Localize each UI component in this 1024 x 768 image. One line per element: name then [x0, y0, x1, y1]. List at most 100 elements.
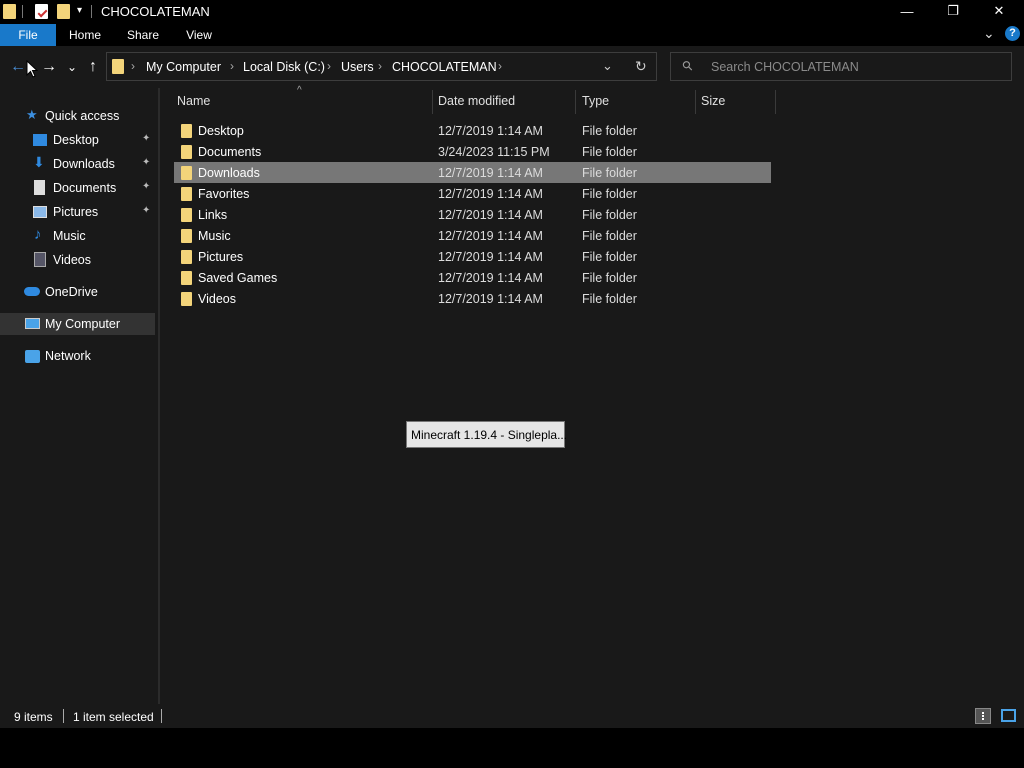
sidebar-item-downloads[interactable]: ⬇ Downloads ✦: [0, 153, 155, 175]
column-divider[interactable]: [575, 90, 576, 114]
pin-icon: ✦: [142, 133, 151, 144]
file-type: File folder: [582, 208, 637, 222]
sidebar-item-videos[interactable]: Videos: [0, 249, 155, 271]
sidebar-item-onedrive[interactable]: OneDrive: [0, 281, 155, 303]
desktop-icon: [33, 134, 47, 146]
computer-icon: [25, 318, 40, 329]
table-row[interactable]: Links 12/7/2019 1:14 AM File folder: [174, 204, 771, 225]
file-type: File folder: [582, 124, 637, 138]
videos-icon: [34, 252, 46, 267]
help-icon[interactable]: ?: [1005, 26, 1020, 41]
refresh-icon[interactable]: ↻: [635, 58, 647, 75]
sidebar-item-quick-access[interactable]: ★ Quick access: [0, 105, 155, 127]
ribbon-tabs: File Home Share View ⌄ ?: [0, 24, 1024, 46]
table-row[interactable]: Favorites 12/7/2019 1:14 AM File folder: [174, 183, 771, 204]
file-date: 12/7/2019 1:14 AM: [438, 208, 543, 222]
tab-home[interactable]: Home: [62, 24, 108, 46]
breadcrumb-separator[interactable]: ›: [498, 59, 502, 73]
column-header-size[interactable]: Size: [701, 94, 725, 108]
divider: [63, 709, 64, 723]
table-row[interactable]: Music 12/7/2019 1:14 AM File folder: [174, 225, 771, 246]
address-bar[interactable]: › My Computer › Local Disk (C:) › Users …: [106, 52, 657, 81]
back-button[interactable]: ←: [9, 58, 27, 76]
drag-tooltip: Minecraft 1.19.4 - Singlepla...: [406, 421, 567, 448]
sidebar-item-network[interactable]: Network: [0, 345, 155, 367]
customize-toolbar-icon[interactable]: ▾: [77, 5, 82, 16]
table-row[interactable]: Saved Games 12/7/2019 1:14 AM File folde…: [174, 267, 771, 288]
breadcrumb-users[interactable]: Users: [341, 60, 374, 74]
sidebar-item-desktop[interactable]: Desktop ✦: [0, 129, 155, 151]
table-row[interactable]: Videos 12/7/2019 1:14 AM File folder: [174, 288, 771, 309]
downloads-icon: ⬇: [33, 154, 45, 170]
sidebar-item-label: Desktop: [53, 133, 99, 147]
file-name: Favorites: [198, 187, 250, 201]
breadcrumb-separator[interactable]: ›: [230, 59, 234, 73]
sidebar-item-label: Music: [53, 229, 86, 243]
minimize-button[interactable]: —: [884, 0, 930, 22]
restore-button[interactable]: ❐: [930, 0, 976, 22]
breadcrumb-local-disk[interactable]: Local Disk (C:): [243, 60, 325, 74]
sidebar-item-label: Documents: [53, 181, 117, 195]
search-box[interactable]: ⚲ Search CHOCOLATEMAN: [670, 52, 1012, 81]
file-type: File folder: [582, 145, 637, 159]
column-divider[interactable]: [695, 90, 696, 114]
file-type: File folder: [582, 292, 637, 306]
search-placeholder: Search CHOCOLATEMAN: [711, 60, 859, 74]
close-button[interactable]: ✕: [976, 0, 1022, 22]
sidebar-item-label: OneDrive: [45, 285, 98, 299]
properties-icon[interactable]: [35, 4, 48, 19]
file-name: Music: [198, 229, 231, 243]
breadcrumb-my-computer[interactable]: My Computer: [146, 60, 221, 74]
column-divider[interactable]: [775, 90, 776, 114]
up-button[interactable]: ↑: [84, 58, 102, 76]
large-icons-view-icon[interactable]: [1001, 709, 1016, 722]
table-row-selected[interactable]: Downloads 12/7/2019 1:14 AM File folder: [174, 162, 771, 183]
file-date: 12/7/2019 1:14 AM: [438, 124, 543, 138]
breadcrumb-separator[interactable]: ›: [327, 59, 331, 73]
sidebar-item-label: Network: [45, 349, 91, 363]
selection-count: 1 item selected: [73, 710, 154, 724]
folder-icon: [181, 292, 192, 306]
column-header-type[interactable]: Type: [582, 94, 609, 108]
item-count: 9 items: [14, 710, 53, 724]
folder-icon: [181, 271, 192, 285]
table-row[interactable]: Pictures 12/7/2019 1:14 AM File folder: [174, 246, 771, 267]
sidebar-item-label: My Computer: [45, 317, 121, 331]
folder-icon: [181, 166, 192, 180]
file-date: 12/7/2019 1:14 AM: [438, 292, 543, 306]
column-divider[interactable]: [432, 90, 433, 114]
table-row[interactable]: Documents 3/24/2023 11:15 PM File folder: [174, 141, 771, 162]
breadcrumb-separator[interactable]: ›: [378, 59, 382, 73]
file-type: File folder: [582, 271, 637, 285]
details-view-icon[interactable]: [975, 708, 991, 724]
onedrive-icon: [24, 287, 40, 296]
search-icon: ⚲: [678, 56, 697, 75]
file-date: 12/7/2019 1:14 AM: [438, 187, 543, 201]
table-row[interactable]: Desktop 12/7/2019 1:14 AM File folder: [174, 120, 771, 141]
tab-share[interactable]: Share: [120, 24, 166, 46]
tab-file[interactable]: File: [0, 24, 56, 46]
tab-view[interactable]: View: [177, 24, 221, 46]
column-header-name[interactable]: Name: [177, 94, 210, 108]
forward-button[interactable]: →: [40, 58, 58, 76]
file-list-pane: ^ Name Date modified Type Size Desktop 1…: [160, 85, 1024, 704]
navigation-pane: ★ Quick access Desktop ✦ ⬇ Downloads ✦ D…: [0, 88, 158, 704]
sidebar-item-my-computer[interactable]: My Computer: [0, 313, 155, 335]
documents-icon: [34, 180, 45, 195]
sidebar-item-pictures[interactable]: Pictures ✦: [0, 201, 155, 223]
divider: [22, 5, 23, 18]
sidebar-item-label: Quick access: [45, 109, 120, 123]
breadcrumb-chocolateman[interactable]: CHOCOLATEMAN: [392, 60, 497, 74]
file-name: Documents: [198, 145, 262, 159]
divider: [91, 5, 92, 18]
folder-icon: [112, 59, 124, 74]
recent-locations-button[interactable]: ⌄: [63, 58, 81, 76]
sidebar-item-label: Videos: [53, 253, 91, 267]
sidebar-item-documents[interactable]: Documents ✦: [0, 177, 155, 199]
sidebar-item-music[interactable]: ♪ Music: [0, 225, 155, 247]
new-folder-icon[interactable]: [57, 4, 70, 19]
title-bar: ▾ CHOCOLATEMAN — ❐ ✕: [0, 0, 1024, 24]
expand-ribbon-icon[interactable]: ⌄: [983, 25, 995, 42]
address-dropdown-icon[interactable]: ⌄: [602, 58, 613, 74]
column-header-date[interactable]: Date modified: [438, 94, 515, 108]
